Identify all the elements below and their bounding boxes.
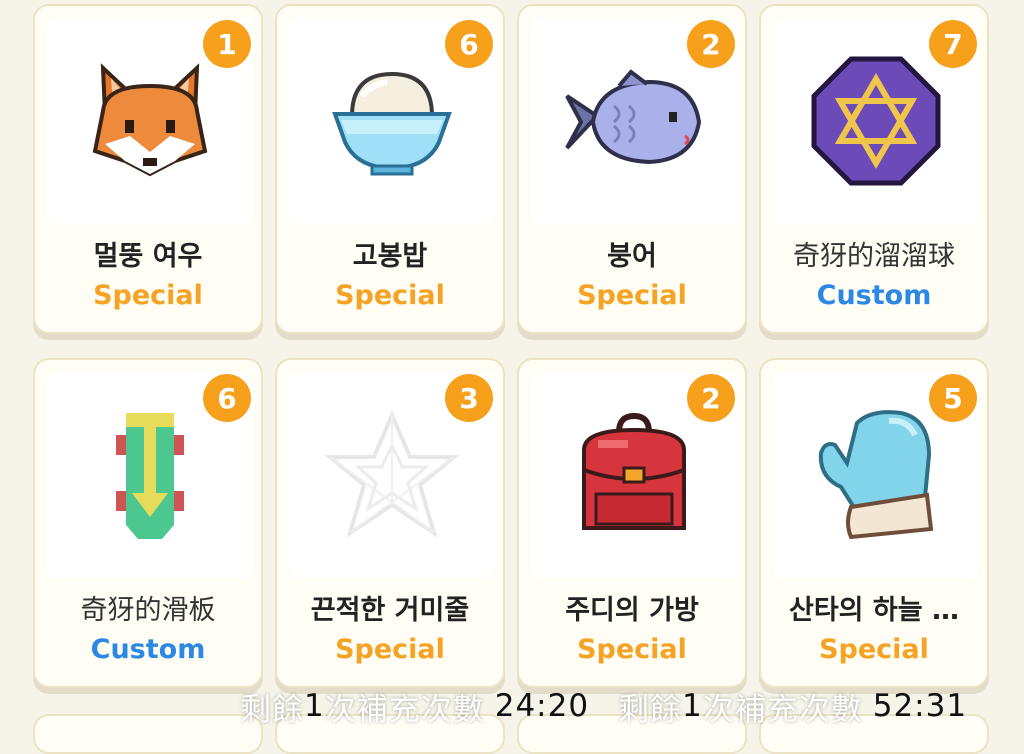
refill-suffix: 次補充次數: [324, 691, 485, 728]
item-card[interactable]: 3 끈적한 거미줄 Special: [275, 358, 505, 688]
fox-icon: [92, 63, 208, 177]
refill-count: 1: [304, 688, 325, 724]
refill-prefix: 剩餘: [240, 691, 304, 728]
item-type: Special: [819, 634, 929, 665]
item-name: 산타의 하늘 …: [789, 595, 959, 626]
item-card[interactable]: [33, 714, 263, 754]
mitten-icon: [818, 410, 934, 540]
item-name: 끈적한 거미줄: [310, 595, 470, 626]
refill-count: 1: [682, 688, 703, 724]
item-type: Custom: [816, 280, 932, 311]
refill-timer-right: 剩餘 1 次補充次數 52:31: [618, 686, 968, 728]
count-badge: 2: [687, 20, 735, 68]
refill-suffix: 次補充次數: [702, 691, 863, 728]
count-badge: 7: [929, 20, 977, 68]
refill-prefix: 剩餘: [618, 691, 682, 728]
count-badge: 5: [929, 374, 977, 422]
item-name: 奇犽的滑板: [80, 595, 216, 626]
item-name: 멀뚱 여우: [93, 241, 203, 272]
item-type: Special: [577, 634, 687, 665]
item-name: 주디의 가방: [565, 595, 699, 626]
count-badge: 2: [687, 374, 735, 422]
refill-timer-left: 剩餘 1 次補充次數 24:20: [240, 686, 590, 728]
item-name: 奇犽的溜溜球: [793, 241, 955, 272]
item-card[interactable]: 5 산타의 하늘 … Special: [759, 358, 989, 688]
skateboard-icon: [116, 413, 184, 539]
item-type: Special: [335, 280, 445, 311]
backpack-icon: [582, 412, 686, 530]
item-card[interactable]: 6 고봉밥 Special: [275, 4, 505, 334]
item-grid: 1 멀뚱 여우 Special 6 고봉밥 Special 2 붕어 Speci…: [33, 4, 989, 688]
refill-time: 24:20: [494, 688, 590, 724]
fish-icon: [565, 69, 702, 165]
count-badge: 1: [203, 20, 251, 68]
item-card[interactable]: 6 奇犽的滑板 Custom: [33, 358, 263, 688]
count-badge: 6: [445, 20, 493, 68]
item-name: 고봉밥: [352, 241, 428, 272]
item-card[interactable]: 2 주디의 가방 Special: [517, 358, 747, 688]
item-type: Special: [577, 280, 687, 311]
item-name: 붕어: [607, 241, 657, 272]
item-type: Special: [335, 634, 445, 665]
refill-time: 52:31: [872, 688, 968, 724]
count-badge: 3: [445, 374, 493, 422]
spider-web-icon: [324, 409, 460, 538]
item-type: Custom: [90, 634, 206, 665]
rice-bowl-icon: [332, 71, 452, 176]
star-medallion-icon: [811, 56, 941, 186]
item-card[interactable]: 1 멀뚱 여우 Special: [33, 4, 263, 334]
item-type: Special: [93, 280, 203, 311]
item-card[interactable]: 2 붕어 Special: [517, 4, 747, 334]
count-badge: 6: [203, 374, 251, 422]
item-card[interactable]: 7 奇犽的溜溜球 Custom: [759, 4, 989, 334]
